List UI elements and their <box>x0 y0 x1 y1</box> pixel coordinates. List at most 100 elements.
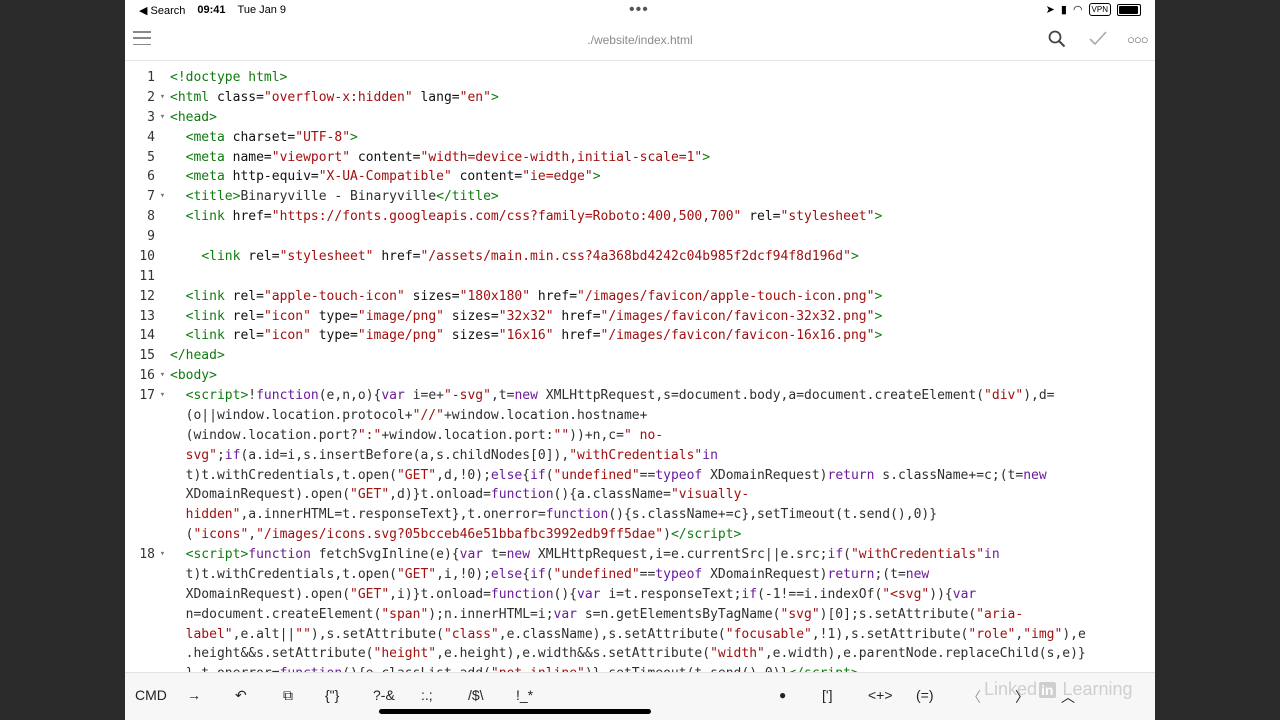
line-number: 18 <box>139 547 155 562</box>
status-date: Tue Jan 9 <box>237 4 287 16</box>
code-line[interactable]: 1 <!doctype html> <box>125 68 1155 88</box>
code-text[interactable]: <meta charset="UTF-8"> <box>170 128 1155 148</box>
code-line[interactable]: 15 </head> <box>125 346 1155 366</box>
back-to-search-link[interactable]: ◀ Search <box>139 4 185 17</box>
code-text[interactable] <box>170 267 1155 287</box>
slash-dollar-backslash-key[interactable]: /$\ <box>468 687 484 703</box>
code-line[interactable]: 7 ▾ <title>Binaryville - Binaryville</tit… <box>125 187 1155 207</box>
code-text[interactable] <box>170 227 1155 247</box>
code-text[interactable]: <script>!function(e,n,o){var i=e+"-svg",… <box>170 386 1155 545</box>
fold-arrow-icon <box>155 346 170 366</box>
fold-arrow-icon <box>155 307 170 327</box>
line-number: 10 <box>139 248 155 264</box>
line-number: 16 <box>139 368 155 384</box>
code-line[interactable]: 13 <link rel="icon" type="image/png" siz… <box>125 307 1155 327</box>
tab-arrow-button[interactable]: → <box>187 687 201 703</box>
code-editor[interactable]: 1 <!doctype html> 2 ▾ <html class="overflow-… <box>125 68 1155 672</box>
fold-arrow-icon <box>155 167 170 187</box>
code-text[interactable]: <!doctype html> <box>170 68 1155 88</box>
location-icon: ➤ <box>1045 4 1055 16</box>
line-number: 14 <box>139 328 155 344</box>
code-line[interactable]: 12 <link rel="apple-touch-icon" sizes="1… <box>125 287 1155 307</box>
code-line[interactable]: 18 ▾ <script>function fetchSvgInline(e){v… <box>125 545 1155 672</box>
colon-period-semicolon-key[interactable]: :.; <box>421 687 433 703</box>
code-line[interactable]: 11 <box>125 267 1155 287</box>
fold-arrow-icon <box>155 128 170 148</box>
code-line[interactable]: 5 <meta name="viewport" content="width=d… <box>125 148 1155 168</box>
code-line[interactable]: 17 ▾ <script>!function(e,n,o){var i=e+"-s… <box>125 386 1155 545</box>
fold-arrow-icon <box>155 287 170 307</box>
cmd-button[interactable]: CMD <box>135 687 167 703</box>
line-number: 3 <box>147 109 155 125</box>
line-number: 4 <box>147 129 155 145</box>
line-number: 15 <box>139 348 155 364</box>
code-text[interactable]: <link rel="stylesheet" href="/assets/mai… <box>170 247 1155 267</box>
code-text[interactable]: <title>Binaryville - Binaryville</title> <box>170 187 1155 207</box>
fold-arrow-icon <box>155 247 170 267</box>
code-text[interactable]: </head> <box>170 346 1155 366</box>
code-line[interactable]: 8 <link href="https://fonts.googleapis.c… <box>125 207 1155 227</box>
code-text[interactable]: <link rel="apple-touch-icon" sizes="180x… <box>170 287 1155 307</box>
fold-arrow-icon[interactable]: ▾ <box>155 187 170 207</box>
checkmark-icon[interactable] <box>1089 30 1107 51</box>
nav-bar: ./website/index.html ○○○ <box>125 22 1155 61</box>
code-text[interactable]: <link href="https://fonts.googleapis.com… <box>170 207 1155 227</box>
search-icon[interactable] <box>1048 30 1066 53</box>
code-line[interactable]: 4 <meta charset="UTF-8"> <box>125 128 1155 148</box>
fold-arrow-icon <box>155 207 170 227</box>
code-text[interactable]: <body> <box>170 366 1155 386</box>
line-number: 9 <box>147 229 155 244</box>
code-text[interactable]: <html class="overflow-x:hidden" lang="en… <box>170 88 1155 108</box>
angle-plus-key[interactable]: <+> <box>868 687 893 703</box>
fold-arrow-icon[interactable]: ▾ <box>155 545 170 672</box>
home-indicator[interactable] <box>379 709 651 714</box>
fold-arrow-icon <box>155 68 170 88</box>
fold-arrow-icon[interactable]: ▾ <box>155 386 170 545</box>
battery-icon <box>1117 3 1141 16</box>
brace-quote-key[interactable]: {"} <box>325 687 339 703</box>
more-options-icon[interactable]: ○○○ <box>1127 32 1149 47</box>
code-text[interactable]: <script>function fetchSvgInline(e){var t… <box>170 545 1155 672</box>
line-number: 11 <box>139 268 155 284</box>
question-dash-amp-key[interactable]: ?-& <box>373 687 395 703</box>
code-text[interactable]: <head> <box>170 108 1155 128</box>
multitask-dots-icon[interactable]: ••• <box>629 1 649 19</box>
code-text[interactable]: <link rel="icon" type="image/png" sizes=… <box>170 326 1155 346</box>
code-line[interactable]: 2 ▾ <html class="overflow-x:hidden" lang="… <box>125 88 1155 108</box>
fold-arrow-icon <box>155 326 170 346</box>
screen: ◀ Search 09:41 Tue Jan 9 ••• ➤ ▮ ◠ VPN .… <box>125 0 1155 720</box>
line-number: 5 <box>147 149 155 165</box>
wifi-icon: ◠ <box>1072 4 1083 16</box>
code-line[interactable]: 9 <box>125 227 1155 247</box>
bracket-quote-key[interactable]: ['] <box>822 687 832 703</box>
fold-arrow-icon <box>155 148 170 168</box>
code-text[interactable]: <meta name="viewport" content="width=dev… <box>170 148 1155 168</box>
undo-icon[interactable]: ↶ <box>235 687 247 704</box>
line-number: 6 <box>147 169 155 185</box>
code-line[interactable]: 16 ▾ <body> <box>125 366 1155 386</box>
linkedin-learning-watermark: Linked in Learning <box>984 679 1133 699</box>
line-number: 8 <box>147 209 155 225</box>
copy-icon[interactable]: ⧉ <box>283 687 293 704</box>
fold-arrow-icon[interactable]: ▾ <box>155 108 170 128</box>
code-text[interactable]: <link rel="icon" type="image/png" sizes=… <box>170 307 1155 327</box>
line-number: 2 <box>147 89 155 105</box>
code-line[interactable]: 10 <link rel="stylesheet" href="/assets/… <box>125 247 1155 267</box>
fold-arrow-icon <box>155 267 170 287</box>
code-line[interactable]: 3 ▾ <head> <box>125 108 1155 128</box>
line-number: 13 <box>139 308 155 324</box>
status-time: 09:41 <box>197 4 226 16</box>
code-line[interactable]: 14 <link rel="icon" type="image/png" siz… <box>125 326 1155 346</box>
cursor-left-icon[interactable]: 〈 <box>967 687 981 707</box>
line-number: 1 <box>147 70 155 85</box>
fold-arrow-icon <box>155 227 170 247</box>
fold-arrow-icon[interactable]: ▾ <box>155 366 170 386</box>
code-text[interactable]: <meta http-equiv="X-UA-Compatible" conte… <box>170 167 1155 187</box>
bang-underscore-star-key[interactable]: !_* <box>516 687 533 703</box>
code-line[interactable]: 6 <meta http-equiv="X-UA-Compatible" con… <box>125 167 1155 187</box>
fold-arrow-icon[interactable]: ▾ <box>155 88 170 108</box>
signal-icon: ▮ <box>1060 4 1067 16</box>
record-dot-icon[interactable]: ● <box>779 688 786 702</box>
line-number: 7 <box>147 189 155 205</box>
paren-equals-key[interactable]: (=) <box>916 687 934 703</box>
